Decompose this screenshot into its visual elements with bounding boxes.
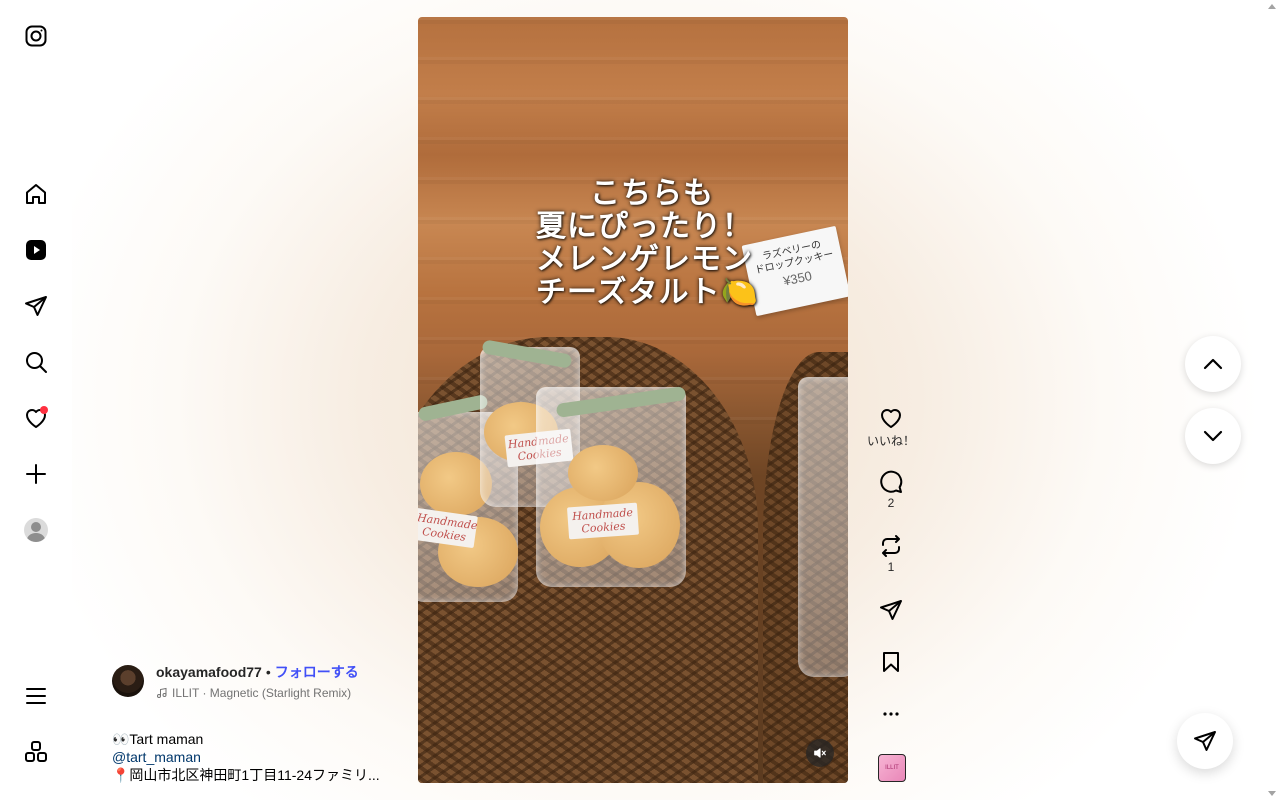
previous-reel-button[interactable] — [1185, 336, 1241, 392]
scrollbar[interactable] — [1265, 0, 1280, 800]
cookie — [568, 445, 638, 501]
overlay-line: チーズタルト🍋 — [536, 276, 759, 309]
cookie-bag — [798, 377, 848, 677]
scroll-down-arrow-icon[interactable] — [1268, 791, 1276, 796]
scroll-up-arrow-icon[interactable] — [1268, 4, 1276, 9]
instagram-logo-icon[interactable] — [20, 20, 52, 52]
overlay-line: 夏にぴったり！ — [536, 210, 753, 243]
audio-link[interactable]: ILLIT · Magnetic (Starlight Remix) — [156, 686, 359, 700]
reels-page: ラズベリーの ドロップクッキー ¥350 Handmade Cookies Ha… — [0, 0, 1280, 800]
mention-link[interactable]: @tart_maman — [112, 748, 412, 766]
messages-fab-button[interactable] — [1177, 713, 1233, 769]
reel-video[interactable]: ラズベリーの ドロップクッキー ¥350 Handmade Cookies Ha… — [418, 17, 848, 783]
sidebar-nav — [0, 0, 72, 800]
overlay-line: メレンゲレモン — [536, 243, 753, 276]
ellipsis-icon — [883, 712, 899, 716]
follow-button[interactable]: フォローする — [275, 662, 359, 682]
audio-thumb-text: ILLIT — [885, 765, 899, 771]
more-options-button[interactable] — [862, 702, 920, 726]
paper-plane-icon — [1194, 731, 1216, 751]
comment-count: 2 — [887, 496, 895, 510]
paper-plane-icon — [880, 600, 902, 620]
save-button[interactable] — [862, 650, 920, 674]
repost-count: 1 — [887, 560, 895, 574]
audio-title: ILLIT · Magnetic (Starlight Remix) — [172, 686, 352, 700]
notification-badge — [40, 406, 48, 414]
search-icon[interactable] — [20, 346, 52, 378]
bookmark-icon — [883, 652, 899, 672]
repost-icon — [882, 535, 900, 557]
avatar — [24, 518, 48, 542]
audio-thumbnail[interactable]: ILLIT — [878, 754, 906, 782]
share-button[interactable] — [862, 598, 920, 622]
more-menu-icon[interactable] — [20, 680, 52, 712]
cookie-label: Handmade Cookies — [566, 502, 640, 540]
messages-icon[interactable] — [20, 290, 52, 322]
also-from-meta-icon[interactable] — [20, 736, 52, 768]
like-button[interactable]: いいね！ — [862, 406, 920, 449]
music-note-icon — [157, 687, 167, 698]
chevron-down-icon — [1203, 430, 1223, 442]
mute-button[interactable] — [806, 739, 834, 767]
create-icon[interactable] — [20, 458, 52, 490]
comment-icon — [880, 470, 903, 493]
author-username[interactable]: okayamafood77 — [156, 664, 262, 680]
reel-caption: okayamafood77 • フォローする ILLIT · Magnetic … — [112, 662, 412, 784]
author-row: okayamafood77 • フォローする ILLIT · Magnetic … — [112, 662, 412, 700]
author-avatar[interactable] — [112, 665, 144, 697]
next-reel-button[interactable] — [1185, 408, 1241, 464]
speaker-muted-icon — [814, 748, 826, 758]
home-icon[interactable] — [20, 178, 52, 210]
profile-icon[interactable] — [20, 514, 52, 546]
like-label: いいね！ — [866, 434, 915, 448]
reels-icon[interactable] — [20, 234, 52, 266]
caption-location[interactable]: 📍岡山市北区神田町1丁目11-24ファミリ... — [112, 766, 382, 784]
reel-overlay-text: こちらも 夏にぴったり！ メレンゲレモン チーズタルト🍋 — [536, 177, 776, 309]
overlay-line: こちらも — [590, 177, 714, 210]
comment-button[interactable]: 2 — [862, 470, 920, 510]
notifications-icon[interactable] — [20, 402, 52, 434]
caption-line: 👀Tart maman — [112, 731, 204, 747]
heart-icon — [881, 409, 901, 428]
separator-dot: • — [265, 664, 271, 680]
repost-button[interactable]: 1 — [862, 534, 920, 574]
chevron-up-icon — [1203, 358, 1223, 370]
